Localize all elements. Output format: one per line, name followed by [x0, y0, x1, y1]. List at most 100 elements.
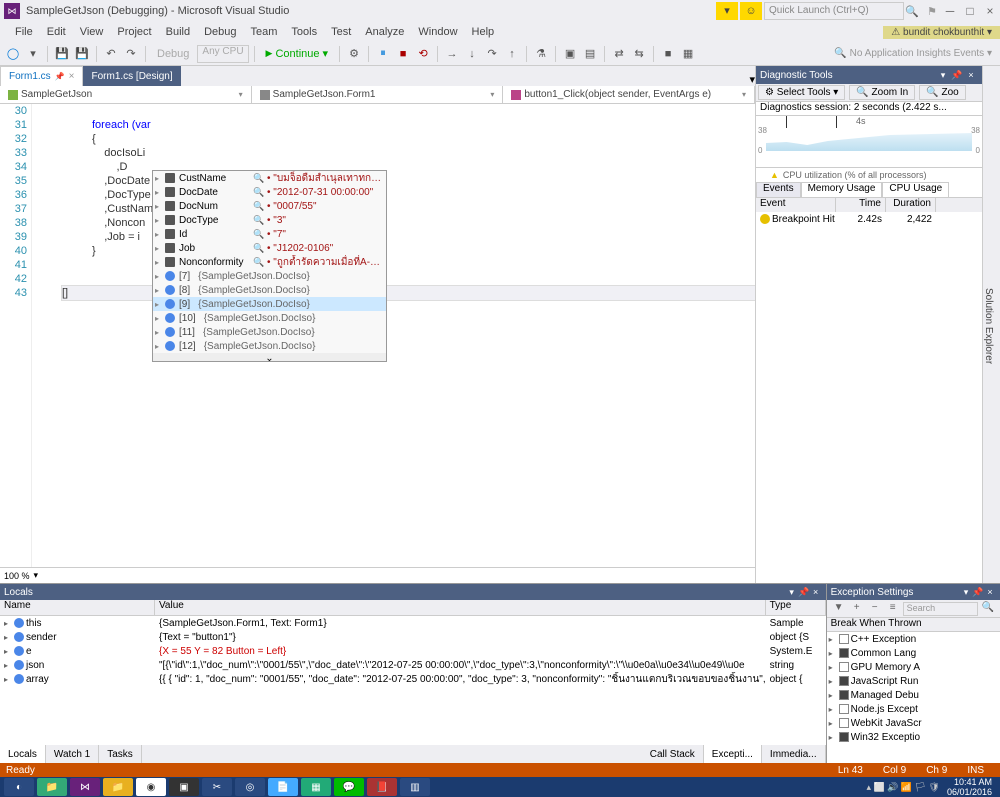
close-icon[interactable]: ×	[984, 587, 996, 597]
exception-category-row[interactable]: ▸C++ Exception	[827, 632, 1000, 646]
menu-window[interactable]: Window	[411, 26, 464, 38]
tab-memory-usage[interactable]: Memory Usage	[801, 182, 883, 197]
zoom-level[interactable]: 100 %	[4, 571, 30, 581]
stop-icon[interactable]: ■	[394, 45, 412, 63]
menu-debug[interactable]: Debug	[197, 26, 243, 38]
checkbox[interactable]	[839, 662, 849, 672]
list-icon[interactable]: ≡	[885, 602, 901, 616]
show-next-icon[interactable]: →	[443, 45, 461, 63]
redo-icon[interactable]: ↷	[122, 45, 140, 63]
intellisense-property-row[interactable]: ▸CustName🔍• "บมจ็อดืมสำเนุลเทาทกรณ์"	[153, 171, 386, 185]
btn4-icon[interactable]: ⇆	[630, 45, 648, 63]
btn6-icon[interactable]: ▦	[679, 45, 697, 63]
pin-icon[interactable]: 📌	[55, 72, 65, 81]
tab-form1-cs[interactable]: Form1.cs 📌 ×	[0, 66, 83, 86]
quick-launch-input[interactable]: Quick Launch (Ctrl+Q)	[764, 2, 904, 20]
search-icon[interactable]: 🔍	[904, 5, 920, 18]
tab-call-stack[interactable]: Call Stack	[642, 745, 704, 763]
app-insights-link[interactable]: 🔍 No Application Insights Events ▾	[834, 48, 992, 59]
exception-category-row[interactable]: ▸WebKit JavaScr	[827, 716, 1000, 730]
intellisense-item-row[interactable]: ▸[11]{SampleGetJson.DocIso}	[153, 325, 386, 339]
col-time[interactable]: Time	[836, 198, 886, 212]
feedback-icon[interactable]: ☺	[740, 2, 762, 20]
intellisense-resize[interactable]: ⌄	[153, 353, 386, 361]
dropdown-icon[interactable]: ▾	[786, 587, 798, 598]
close-button[interactable]: ×	[980, 4, 1000, 18]
save-all-icon[interactable]: 💾	[73, 45, 91, 63]
intellisense-property-row[interactable]: ▸DocDate🔍• "2012-07-31 00:00:00"	[153, 185, 386, 199]
taskbar-app-1[interactable]: 📁	[37, 778, 67, 796]
menu-team[interactable]: Team	[244, 26, 285, 38]
intellisense-property-row[interactable]: ▸Id🔍• "7"	[153, 227, 386, 241]
close-icon[interactable]: ×	[964, 70, 978, 80]
taskbar-terminal[interactable]: ▣	[169, 778, 199, 796]
dropdown-icon[interactable]: ▾	[960, 587, 972, 598]
save-icon[interactable]: 💾	[53, 45, 71, 63]
back-icon[interactable]: ◯	[4, 45, 22, 63]
start-button[interactable]: ◐	[4, 778, 34, 796]
forward-icon[interactable]: ▾	[24, 45, 42, 63]
step-out-icon[interactable]: ↑	[503, 45, 521, 63]
locals-row[interactable]: ▸e{X = 55 Y = 82 Button = Left}System.E	[0, 644, 826, 658]
add-icon[interactable]: +	[849, 602, 865, 616]
tab-tasks[interactable]: Tasks	[99, 745, 142, 763]
minimize-button[interactable]: ─	[940, 4, 960, 18]
pause-icon[interactable]: ⏸	[374, 45, 392, 63]
col-type[interactable]: Type	[766, 600, 826, 615]
config-combo[interactable]: Debug	[151, 48, 195, 60]
taskbar-app-6[interactable]: 📕	[367, 778, 397, 796]
menu-file[interactable]: File	[8, 26, 40, 38]
menu-edit[interactable]: Edit	[40, 26, 73, 38]
menu-tools[interactable]: Tools	[284, 26, 324, 38]
tab-locals[interactable]: Locals	[0, 745, 46, 763]
exception-category-row[interactable]: ▸Win32 Exceptio	[827, 730, 1000, 744]
intellisense-item-row[interactable]: ▸[8]{SampleGetJson.DocIso}	[153, 283, 386, 297]
col-value[interactable]: Value	[155, 600, 766, 615]
taskbar-app-3[interactable]: ◎	[235, 778, 265, 796]
exception-category-row[interactable]: ▸GPU Memory A	[827, 660, 1000, 674]
tab-watch1[interactable]: Watch 1	[46, 745, 99, 763]
select-tools-button[interactable]: ⚙ Select Tools ▾	[758, 85, 845, 100]
intellisense-property-row[interactable]: ▸DocNum🔍• "0007/55"	[153, 199, 386, 213]
namespace-combo[interactable]: SampleGetJson	[0, 86, 252, 103]
search-icon[interactable]: 🔍	[980, 602, 996, 616]
remove-icon[interactable]: −	[867, 602, 883, 616]
filter-icon[interactable]: ▼	[831, 602, 847, 616]
tab-immediate[interactable]: Immedia...	[762, 745, 826, 763]
tools-icon[interactable]: ⚗	[532, 45, 550, 63]
checkbox[interactable]	[839, 690, 849, 700]
exception-category-row[interactable]: ▸Managed Debu	[827, 688, 1000, 702]
zoom-in-button[interactable]: 🔍 Zoom In	[849, 85, 915, 100]
intellisense-item-row[interactable]: ▸[12]{SampleGetJson.DocIso}	[153, 339, 386, 353]
process-icon[interactable]: ⚙	[345, 45, 363, 63]
step-over-icon[interactable]: ↷	[483, 45, 501, 63]
tab-form1-design[interactable]: Form1.cs [Design]	[83, 66, 180, 86]
intellisense-item-row[interactable]: ▸[7]{SampleGetJson.DocIso}	[153, 269, 386, 283]
continue-button[interactable]: Continue ▾	[260, 47, 335, 60]
col-duration[interactable]: Duration	[886, 198, 936, 212]
system-tray[interactable]: ▴ ⬜ 🔊 📶 🏳 🛡	[866, 782, 940, 793]
maximize-button[interactable]: □	[960, 4, 980, 18]
locals-row[interactable]: ▸array{{ { "id": 1, "doc_num": "0001/55"…	[0, 672, 826, 686]
exception-category-row[interactable]: ▸JavaScript Run	[827, 674, 1000, 688]
checkbox[interactable]	[839, 648, 849, 658]
event-row[interactable]: Breakpoint Hit 2.42s 2,422	[756, 212, 982, 226]
notifications-icon[interactable]: ▾	[716, 2, 738, 20]
menu-project[interactable]: Project	[110, 26, 158, 38]
class-combo[interactable]: SampleGetJson.Form1	[252, 86, 504, 103]
code-editor[interactable]: 30 31 32 33 34 35 36 37 38 39 40 41 42 4…	[0, 104, 755, 567]
tab-cpu-usage[interactable]: CPU Usage	[882, 182, 949, 197]
zoom-out-button[interactable]: 🔍 Zoo	[919, 85, 965, 100]
taskbar-app-4[interactable]: 📄	[268, 778, 298, 796]
checkbox[interactable]	[839, 676, 849, 686]
close-icon[interactable]: ×	[69, 71, 75, 82]
taskbar-app-2[interactable]: ✂	[202, 778, 232, 796]
locals-row[interactable]: ▸this{SampleGetJson.Form1, Text: Form1}S…	[0, 616, 826, 630]
method-combo[interactable]: button1_Click(object sender, EventArgs e…	[503, 86, 755, 103]
solution-explorer-tab[interactable]: Solution Explorer	[982, 66, 1000, 583]
taskbar-app-7[interactable]: ▥	[400, 778, 430, 796]
checkbox[interactable]	[839, 704, 849, 714]
taskbar-line[interactable]: 💬	[334, 778, 364, 796]
pin-icon[interactable]: 📌	[972, 587, 984, 598]
intellisense-property-row[interactable]: ▸Job🔍• "J1202-0106"	[153, 241, 386, 255]
